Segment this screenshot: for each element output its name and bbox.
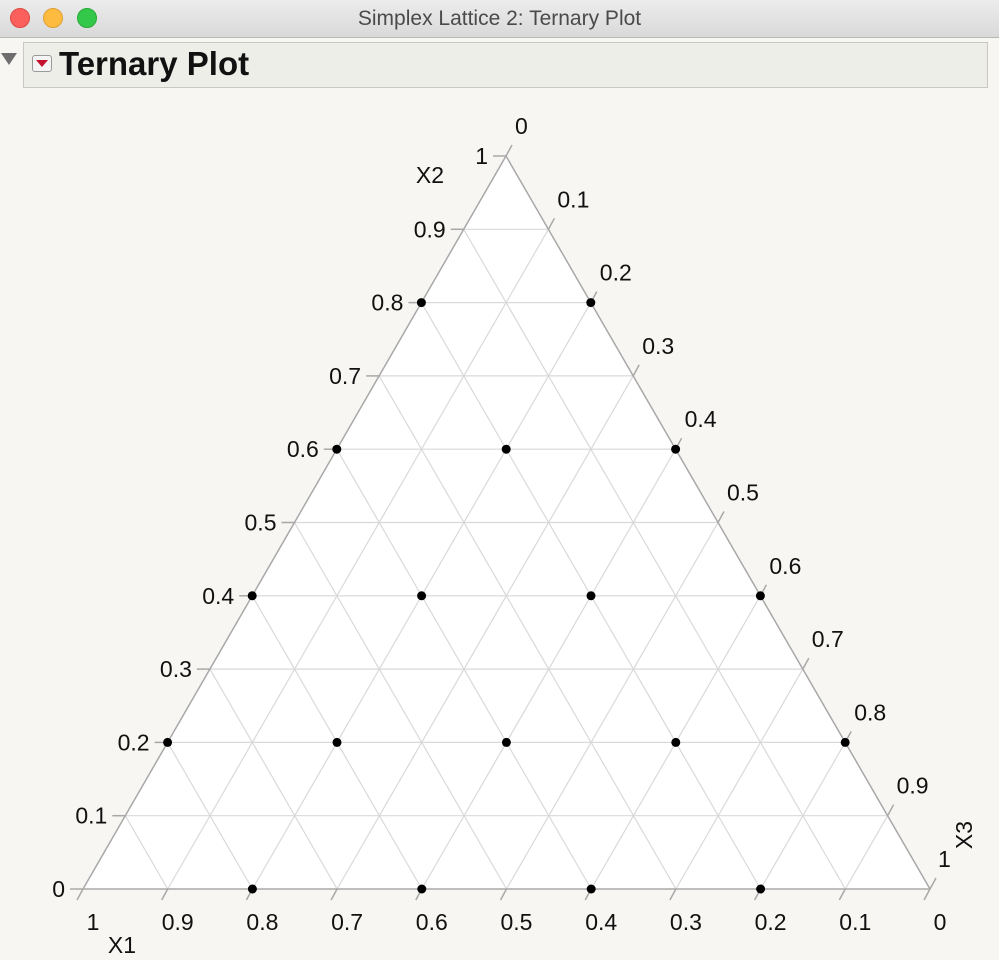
x3-tick: [717, 511, 725, 523]
x2-tick-label: 0.7: [329, 363, 361, 389]
x1-tick: [923, 888, 931, 901]
x1-tick-label: 0.6: [416, 909, 448, 935]
x1-tick-label: 0: [934, 909, 947, 935]
x1-tick-label: 0.1: [839, 909, 871, 935]
design-point: [586, 884, 596, 894]
design-point: [163, 737, 173, 747]
x3-tick-label: 1: [938, 846, 951, 872]
x1-tick-label: 0.3: [670, 909, 702, 935]
ternary-plot: 00.10.20.30.40.50.60.70.80.9100.10.20.30…: [52, 113, 977, 958]
design-point: [586, 298, 596, 308]
x1-tick-label: 0.8: [246, 909, 278, 935]
x1-tick-label: 0.4: [585, 909, 617, 935]
x2-tick-label: 0.6: [287, 436, 319, 462]
x1-tick: [838, 888, 846, 901]
design-point: [247, 591, 257, 601]
x3-tick-label: 0.5: [727, 480, 759, 506]
design-point: [332, 444, 342, 454]
x2-tick-label: 0.5: [245, 510, 277, 536]
design-point: [332, 737, 342, 747]
x3-tick: [505, 144, 513, 157]
x3-tick-label: 0.1: [557, 186, 589, 212]
x3-tick: [929, 877, 937, 890]
x3-tick-label: 0.2: [600, 260, 632, 286]
x3-tick: [632, 364, 640, 377]
x3-axis-title: X3: [951, 821, 977, 849]
x3-tick: [886, 804, 895, 817]
x2-tick-label: 0.9: [414, 216, 446, 242]
design-point: [501, 737, 511, 747]
x1-tick: [499, 888, 508, 901]
x3-tick-label: 0.3: [642, 333, 674, 359]
x1-tick: [161, 888, 169, 901]
design-point: [840, 737, 850, 747]
x1-tick-label: 0.5: [501, 909, 533, 935]
design-point: [501, 444, 511, 454]
x2-axis-title: X2: [416, 162, 444, 188]
x1-tick-label: 1: [87, 909, 100, 935]
design-point: [756, 884, 766, 894]
design-point: [417, 591, 427, 601]
x2-tick-label: 0.8: [371, 290, 403, 316]
design-point: [671, 737, 681, 747]
x2-tick-label: 0.2: [118, 729, 150, 755]
design-point: [755, 591, 765, 601]
x3-tick-label: 0.9: [897, 773, 929, 799]
x1-tick: [76, 888, 84, 901]
design-point: [417, 884, 427, 894]
x3-tick-label: 0.7: [812, 626, 844, 652]
x2-tick-label: 0: [52, 876, 65, 902]
x2-tick-label: 0.1: [75, 803, 107, 829]
x3-tick-label: 0.8: [854, 699, 886, 725]
x2-tick-label: 1: [475, 143, 488, 169]
x2-tick-label: 0.4: [202, 583, 234, 609]
x3-tick-label: 0.4: [685, 406, 717, 432]
x1-tick-label: 0.9: [162, 909, 194, 935]
x1-tick: [669, 888, 677, 901]
x3-tick: [802, 657, 810, 670]
x1-tick-label: 0.2: [755, 909, 787, 935]
x3-tick: [547, 217, 556, 230]
design-point: [416, 298, 426, 308]
design-point: [671, 444, 681, 454]
x3-tick-label: 0: [515, 113, 528, 139]
x2-tick-label: 0.3: [160, 656, 192, 682]
x1-tick-label: 0.7: [331, 909, 363, 935]
design-point: [586, 591, 596, 601]
x3-tick-label: 0.6: [769, 553, 801, 579]
x1-tick: [330, 888, 338, 901]
x1-axis-title: X1: [108, 932, 136, 958]
design-point: [247, 884, 257, 894]
